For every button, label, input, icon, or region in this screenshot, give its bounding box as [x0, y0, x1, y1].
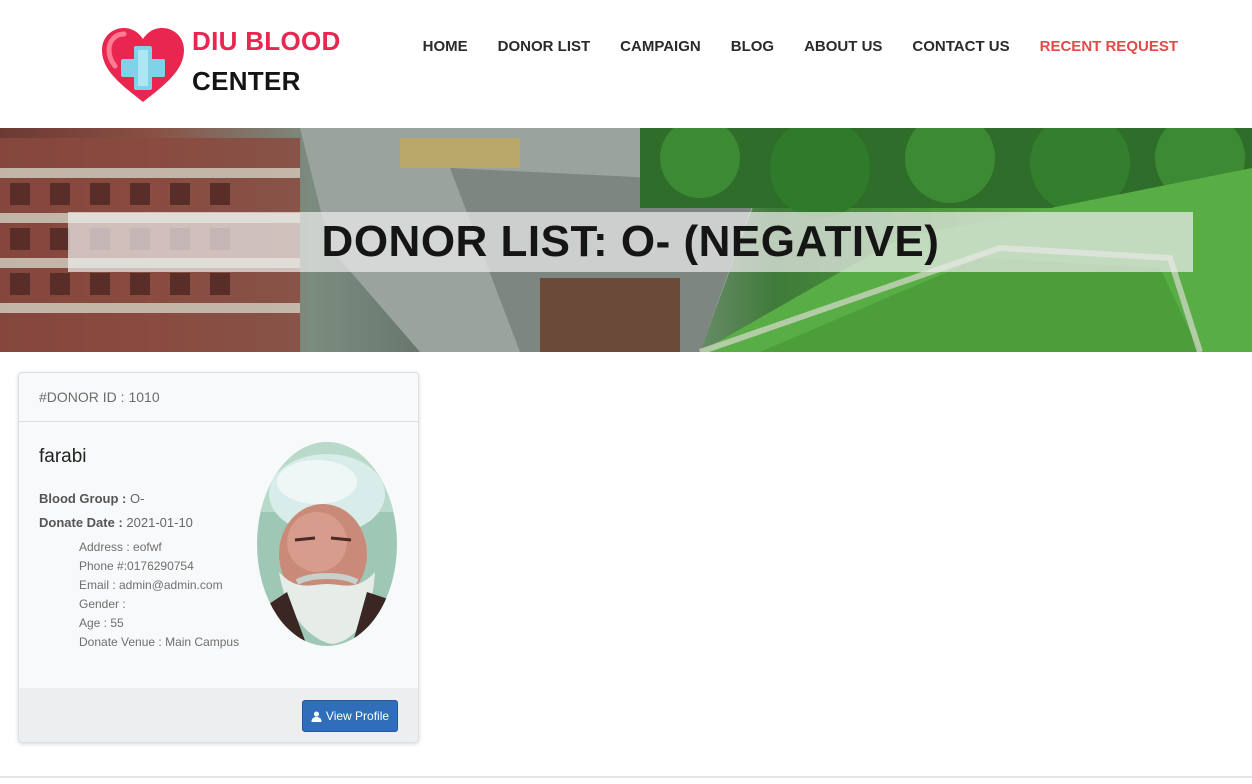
blood-group-label: Blood Group : — [39, 491, 127, 506]
site-header: DIU BLOOD CENTER HOME DONOR LIST CAMPAIG… — [0, 0, 1252, 128]
heart-plus-icon — [102, 28, 184, 102]
nav-about-us[interactable]: ABOUT US — [804, 38, 882, 55]
donor-card: #DONOR ID : 1010 farabi Blood Group : O-… — [18, 372, 419, 743]
donor-card-header: #DONOR ID : 1010 — [19, 373, 418, 422]
donor-name: farabi — [39, 446, 87, 467]
donor-avatar — [257, 442, 397, 646]
blood-group-value: O- — [126, 491, 145, 506]
nav-campaign[interactable]: CAMPAIGN — [620, 38, 701, 55]
nav-blog[interactable]: BLOG — [731, 38, 774, 55]
donor-gender: Gender : — [79, 597, 126, 611]
brand-line2: CENTER — [192, 66, 301, 96]
view-profile-label: View Profile — [325, 709, 390, 723]
nav-home[interactable]: HOME — [423, 38, 468, 55]
donate-date-label: Donate Date : — [39, 515, 123, 530]
view-profile-button[interactable]: View Profile — [302, 700, 398, 732]
brand-line1: DIU BLOOD — [192, 26, 341, 56]
nav-recent-request[interactable]: RECENT REQUEST — [1040, 38, 1178, 55]
blood-group-row: Blood Group : O- — [39, 491, 144, 506]
donor-email: Email : admin@admin.com — [79, 578, 223, 592]
donor-id: #DONOR ID : 1010 — [39, 389, 160, 405]
nav-donor-list[interactable]: DONOR LIST — [498, 38, 591, 55]
footer-divider — [0, 776, 1252, 778]
donor-card-footer: View Profile — [19, 688, 418, 742]
page-title: DONOR LIST: O- (NEGATIVE) — [321, 217, 940, 266]
user-icon — [311, 710, 322, 722]
donate-date-row: Donate Date : 2021-01-10 — [39, 515, 193, 530]
site-logo[interactable]: DIU BLOOD CENTER — [100, 26, 340, 104]
donor-address: Address : eofwf — [79, 540, 162, 554]
donor-age: Age : 55 — [79, 616, 124, 630]
page-banner: DONOR LIST: O- (NEGATIVE) — [0, 128, 1252, 352]
nav-contact-us[interactable]: CONTACT US — [912, 38, 1009, 55]
donor-venue: Donate Venue : Main Campus — [79, 635, 240, 649]
donor-phone: Phone #:0176290754 — [79, 559, 194, 573]
main-nav: HOME DONOR LIST CAMPAIGN BLOG ABOUT US C… — [393, 38, 1178, 55]
donate-date-value: 2021-01-10 — [122, 515, 193, 530]
